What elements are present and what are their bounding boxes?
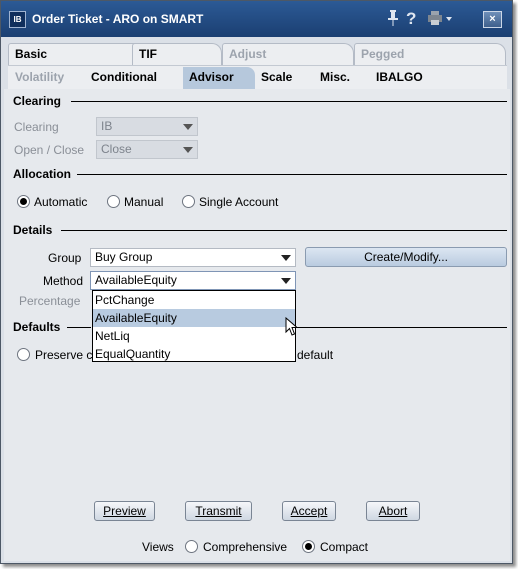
- tab-adjust: Adjust: [222, 43, 354, 65]
- pin-icon[interactable]: [387, 10, 399, 30]
- group-label: Group: [48, 251, 82, 265]
- allocation-manual-label[interactable]: Manual: [124, 195, 163, 209]
- group-select-value: Buy Group: [95, 250, 153, 264]
- views-label: Views: [142, 540, 174, 554]
- view-comprehensive-radio[interactable]: [185, 540, 198, 553]
- allocation-heading: Allocation: [13, 167, 72, 181]
- tab-tif[interactable]: TIF: [132, 43, 222, 65]
- method-option-availableequity[interactable]: AvailableEquity: [93, 309, 295, 327]
- chevron-down-icon: [183, 147, 193, 153]
- allocation-manual-radio[interactable]: [107, 195, 120, 208]
- window-title: Order Ticket - ARO on SMART: [32, 12, 204, 26]
- tab-advisor[interactable]: Advisor: [183, 67, 255, 89]
- tab-ibalgo[interactable]: IBALGO: [370, 67, 446, 89]
- view-compact-radio[interactable]: [302, 540, 315, 553]
- method-option-pctchange[interactable]: PctChange: [93, 291, 295, 309]
- details-heading: Details: [13, 223, 53, 237]
- details-divider: [61, 230, 507, 231]
- open-close-label: Open / Close: [14, 143, 85, 157]
- percentage-label: Percentage: [19, 294, 81, 308]
- method-dropdown-list[interactable]: PctChange AvailableEquity NetLiq EqualQu…: [92, 290, 296, 362]
- defaults-divider-right: [295, 327, 507, 328]
- method-option-netliq[interactable]: NetLiq: [93, 327, 295, 345]
- chevron-down-icon: [281, 255, 291, 261]
- open-close-select-value: Close: [101, 142, 132, 156]
- clearing-select-value: IB: [101, 119, 113, 133]
- printer-menu-icon[interactable]: [427, 10, 453, 30]
- help-icon[interactable]: ?: [406, 9, 416, 29]
- defaults-divider-left: [67, 327, 91, 328]
- clearing-label: Clearing: [14, 120, 59, 134]
- allocation-divider: [77, 174, 507, 175]
- accept-button[interactable]: Accept: [282, 501, 336, 521]
- ib-logo-icon: IB: [9, 11, 26, 28]
- tab-scale[interactable]: Scale: [255, 67, 311, 89]
- preserve-default-label-end: default: [297, 348, 334, 362]
- view-comprehensive-label[interactable]: Comprehensive: [203, 540, 287, 554]
- close-button[interactable]: ×: [483, 11, 502, 28]
- method-select-value: AvailableEquity: [95, 273, 177, 287]
- clearing-select: IB: [96, 117, 198, 136]
- chevron-down-icon: [183, 124, 193, 130]
- allocation-automatic-radio[interactable]: [17, 195, 30, 208]
- group-select[interactable]: Buy Group: [90, 248, 296, 267]
- mouse-cursor-icon: [285, 317, 299, 336]
- transmit-button[interactable]: Transmit: [185, 501, 252, 521]
- preserve-default-label[interactable]: Preserve c: [35, 348, 92, 362]
- create-modify-button[interactable]: Create/Modify...: [305, 247, 507, 267]
- defaults-heading: Defaults: [13, 320, 61, 334]
- method-option-equalquantity[interactable]: EqualQuantity: [93, 345, 295, 363]
- order-ticket-window: IB Order Ticket - ARO on SMART ? × Basic…: [0, 0, 513, 564]
- clearing-divider: [71, 101, 507, 102]
- open-close-select: Close: [96, 140, 198, 159]
- tab-conditional[interactable]: Conditional: [85, 67, 181, 89]
- tab-pegged: Pegged: [354, 43, 506, 65]
- view-compact-label[interactable]: Compact: [320, 540, 368, 554]
- chevron-down-icon: [281, 278, 291, 284]
- method-select[interactable]: AvailableEquity: [90, 271, 296, 290]
- preview-button[interactable]: Preview: [94, 501, 155, 521]
- method-label: Method: [43, 274, 84, 288]
- tab-volatility: Volatility: [15, 70, 65, 84]
- allocation-single-account-radio[interactable]: [182, 195, 195, 208]
- clearing-heading: Clearing: [13, 94, 62, 108]
- allocation-automatic-label[interactable]: Automatic: [34, 195, 87, 209]
- allocation-single-account-label[interactable]: Single Account: [199, 195, 278, 209]
- tab-misc[interactable]: Misc.: [314, 67, 370, 89]
- title-bar[interactable]: IB Order Ticket - ARO on SMART ? ×: [1, 1, 512, 37]
- abort-button[interactable]: Abort: [366, 501, 420, 521]
- preserve-default-radio[interactable]: [17, 348, 30, 361]
